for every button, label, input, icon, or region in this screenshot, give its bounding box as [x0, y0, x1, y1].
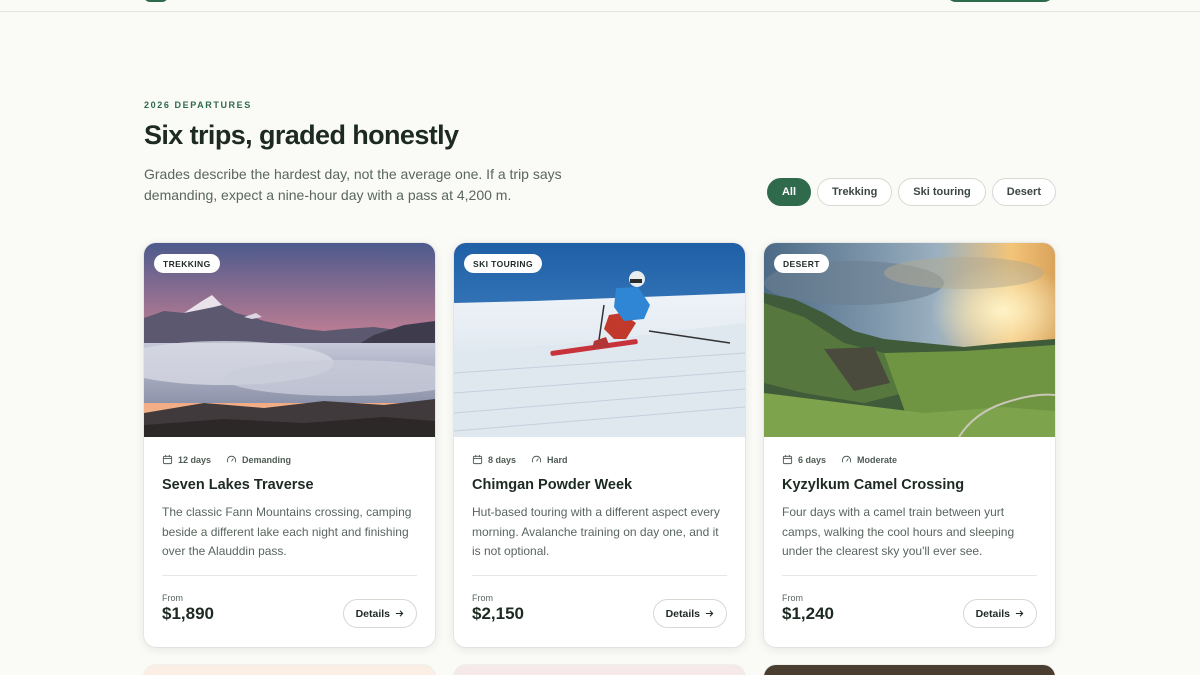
trip-meta: 8 days Hard	[472, 454, 568, 465]
category-badge: TREKKING	[154, 254, 220, 273]
trip-card-partial[interactable]	[454, 665, 745, 675]
header-cta-button[interactable]	[946, 0, 1054, 2]
section-intro: Grades describe the hardest day, not the…	[144, 166, 562, 203]
details-button[interactable]: Details	[652, 599, 727, 628]
arrow-right-icon	[705, 610, 714, 617]
trip-grade: Hard	[547, 454, 568, 465]
details-label: Details	[665, 607, 700, 620]
filter-all[interactable]: All	[766, 178, 812, 206]
category-badge: SKI TOURING	[464, 254, 542, 273]
calendar-icon	[472, 454, 483, 465]
card-divider	[162, 575, 417, 576]
section-eyebrow: 2026 DEPARTURES	[144, 100, 252, 110]
trip-description: The classic Fann Mountains crossing, cam…	[162, 505, 412, 558]
trip-grade: Moderate	[857, 454, 898, 465]
gauge-icon	[841, 455, 852, 463]
gauge-icon	[226, 455, 237, 463]
trip-meta: 12 days Demanding	[162, 454, 291, 465]
trip-card[interactable]: SKI TOURING 8 days Hard Chimgan Powder W…	[454, 243, 745, 647]
trip-price: $1,240	[782, 604, 834, 623]
price-from-label: From	[782, 593, 803, 603]
trip-card[interactable]: DESERT 6 days Moderate Kyzylkum Camel Cr…	[764, 243, 1055, 647]
filter-ski-touring[interactable]: Ski touring	[898, 178, 986, 206]
trip-description: Hut-based touring with a different aspec…	[472, 505, 720, 558]
details-button[interactable]: Details	[962, 599, 1037, 628]
arrow-right-icon	[395, 610, 404, 617]
trip-description: Four days with a camel train between yur…	[782, 505, 1015, 558]
logo[interactable]	[144, 0, 168, 2]
price-from-label: From	[162, 593, 183, 603]
details-label: Details	[975, 607, 1010, 620]
details-label: Details	[355, 607, 390, 620]
site-header	[0, 0, 1200, 12]
calendar-icon	[782, 454, 793, 465]
card-divider	[782, 575, 1037, 576]
trip-price: $1,890	[162, 604, 214, 623]
trip-price: $2,150	[472, 604, 524, 623]
trip-title[interactable]: Kyzylkum Camel Crossing	[782, 477, 964, 493]
trip-duration: 8 days	[488, 454, 517, 465]
gauge-icon	[531, 455, 542, 463]
trip-card-partial[interactable]	[144, 665, 435, 675]
trip-card-partial[interactable]	[764, 665, 1055, 675]
category-badge: DESERT	[774, 254, 829, 273]
calendar-icon	[162, 454, 173, 465]
section-title: Six trips, graded honestly	[144, 120, 459, 150]
arrow-right-icon	[1015, 610, 1024, 617]
card-divider	[472, 575, 727, 576]
details-button[interactable]: Details	[342, 599, 417, 628]
filter-trekking[interactable]: Trekking	[817, 178, 893, 206]
price-from-label: From	[472, 593, 493, 603]
trip-duration: 12 days	[178, 454, 212, 465]
trip-title[interactable]: Seven Lakes Traverse	[162, 477, 314, 493]
trip-card[interactable]: TREKKING 12 days Demanding Seven Lakes T…	[144, 243, 435, 647]
trip-title[interactable]: Chimgan Powder Week	[472, 477, 632, 493]
trip-grade: Demanding	[242, 454, 292, 465]
filter-desert[interactable]: Desert	[991, 178, 1056, 206]
filter-chips: All Trekking Ski touring Desert	[766, 178, 1056, 206]
trip-meta: 6 days Moderate	[782, 454, 897, 465]
trip-duration: 6 days	[798, 454, 827, 465]
